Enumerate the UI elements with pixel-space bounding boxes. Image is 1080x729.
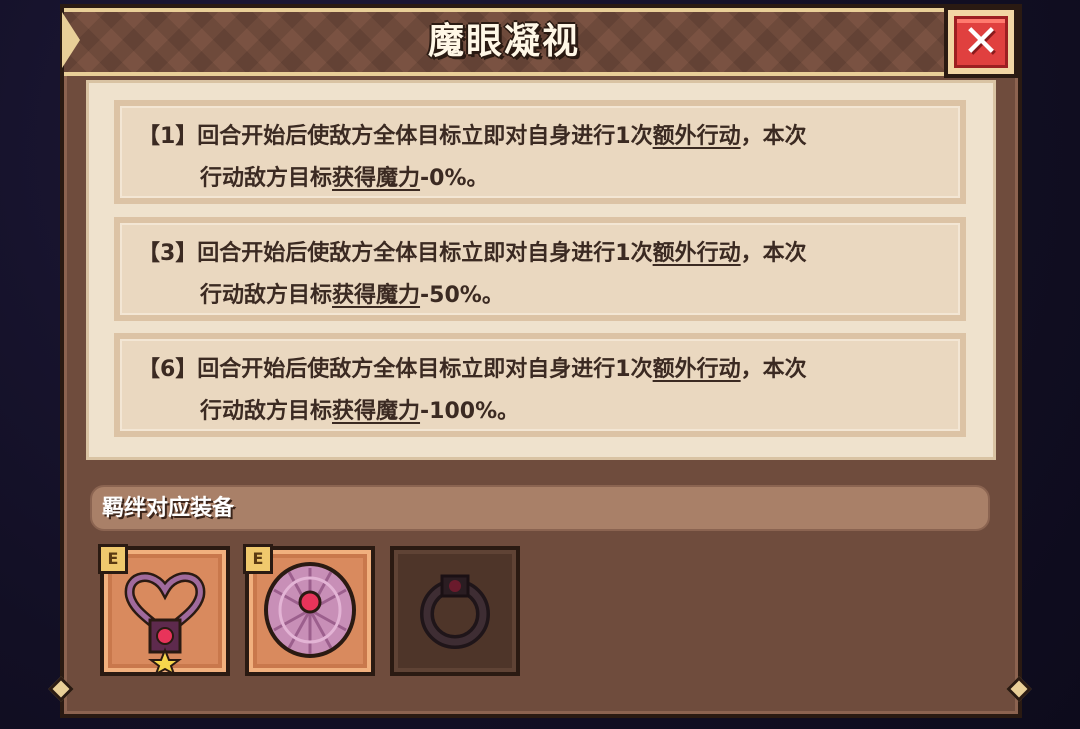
rarity-badge: E: [243, 544, 273, 574]
equipment-slot-3[interactable]: [390, 546, 520, 676]
gain-mana-link[interactable]: 获得魔力: [332, 283, 420, 308]
extra-action-link[interactable]: 额外行动: [653, 357, 741, 382]
close-icon: ✕: [962, 16, 1000, 67]
skill-tier-card: 【6】回合开始后使敌方全体目标立即对自身进行1次额外行动，本次 行动敌方目标获得…: [114, 333, 966, 437]
equipment-slot-2[interactable]: E: [243, 544, 375, 676]
skill-tier-card: 【3】回合开始后使敌方全体目标立即对自身进行1次额外行动，本次 行动敌方目标获得…: [114, 217, 966, 321]
equipment-slot-1[interactable]: E: [98, 544, 230, 676]
bond-equipment-label: 羁绊对应装备: [102, 496, 235, 521]
extra-action-link[interactable]: 额外行动: [653, 124, 741, 149]
skill-tier-text: 【1】回合开始后使敌方全体目标立即对自身进行1次额外行动，本次 行动敌方目标获得…: [138, 124, 807, 191]
rarity-badge: E: [98, 544, 128, 574]
gain-mana-link[interactable]: 获得魔力: [332, 166, 420, 191]
skill-tier-text: 【6】回合开始后使敌方全体目标立即对自身进行1次额外行动，本次 行动敌方目标获得…: [138, 357, 807, 424]
popup-title: 魔眼凝视: [427, 21, 580, 62]
dark-ring-icon: [420, 574, 490, 649]
skill-tier-text: 【3】回合开始后使敌方全体目标立即对自身进行1次额外行动，本次 行动敌方目标获得…: [138, 241, 807, 308]
extra-action-link[interactable]: 额外行动: [653, 241, 741, 266]
close-button[interactable]: ✕: [944, 6, 1018, 78]
gain-mana-link[interactable]: 获得魔力: [332, 399, 420, 424]
skill-tier-card: 【1】回合开始后使敌方全体目标立即对自身进行1次额外行动，本次 行动敌方目标获得…: [114, 100, 966, 204]
